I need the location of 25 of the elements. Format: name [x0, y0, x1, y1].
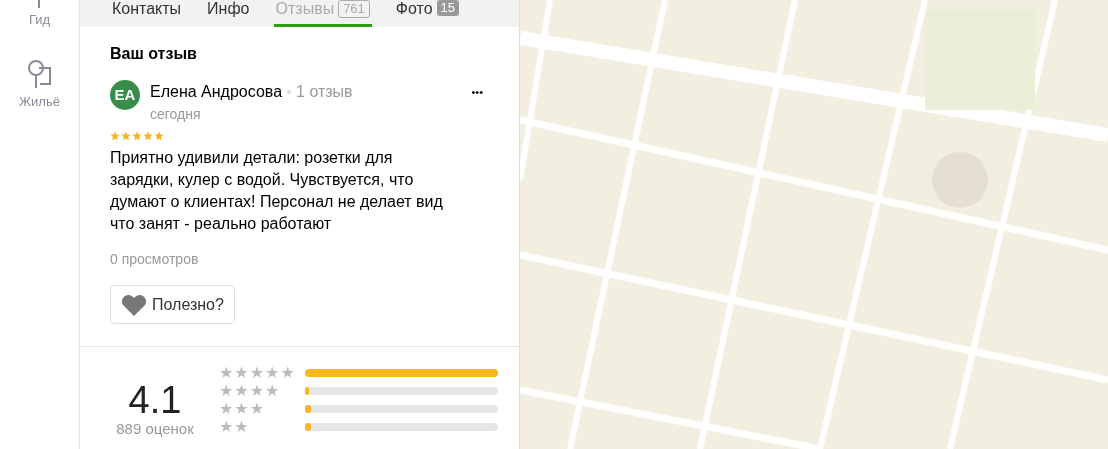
sidebar-item[interactable]: Жильё [19, 57, 60, 111]
star-label: ★★ [219, 417, 250, 436]
map-drawing[interactable] [520, 0, 1108, 449]
review-text: Приятно удивили детали: розетки для зарядки, кулер с водой. Чувствуется, что думают о клиентах! Персонал не делает вид что занят - реально работают [110, 148, 444, 234]
count-badge: 761 [338, 0, 370, 18]
star-label: ★★★ [219, 399, 266, 418]
tab[interactable]: Фото 15 [393, 0, 462, 27]
count-badge: 15 [436, 0, 460, 16]
helpful-button[interactable]: Полезно? [110, 285, 235, 324]
more-button[interactable]: ••• [471, 84, 483, 101]
author-name[interactable]: Елена Андросова [150, 80, 283, 104]
tab[interactable]: Контакты [110, 0, 184, 27]
review-date: сегодня [150, 105, 202, 124]
section-heading: Ваш отзыв [110, 44, 198, 64]
view-count: 0 просмотров [110, 250, 200, 269]
review-count: 1 отзыв [296, 82, 353, 102]
rating-score: 4.1 [128, 379, 182, 421]
rating-count: 889 оценок [116, 421, 194, 437]
star-label: ★★★★★ [219, 363, 296, 382]
house-icon [26, 57, 53, 90]
sidebar-item[interactable]: Гид [28, 0, 51, 30]
star-label: ★★★★ [219, 381, 281, 400]
heart-icon [121, 293, 147, 316]
avatar: ЕА [110, 80, 140, 110]
tab[interactable]: Инфо [205, 0, 252, 27]
